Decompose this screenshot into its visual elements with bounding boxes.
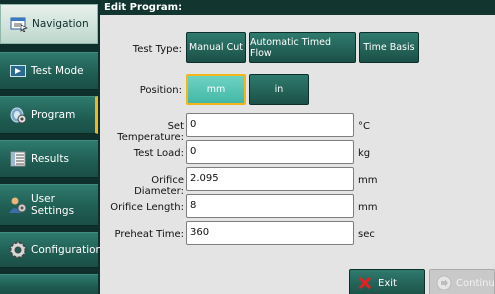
sidebar-item-label: Program <box>31 108 76 121</box>
page-title: Edit Program: <box>100 0 495 15</box>
exit-button[interactable]: Exit <box>349 269 425 294</box>
preheat-time-input[interactable]: 360 <box>186 221 354 245</box>
orifice-diameter-label: Orifice Diameter: <box>134 175 184 197</box>
exit-label: Exit <box>378 277 397 289</box>
sidebar-item-label: Navigation <box>32 17 89 30</box>
continue-label: Continue <box>456 277 495 289</box>
position-label: Position: <box>139 85 182 96</box>
test-mode-icon <box>9 62 27 80</box>
user-settings-icon <box>9 196 27 214</box>
test-load-label: Test Load: <box>133 148 184 159</box>
sidebar-item-program[interactable]: Program <box>0 96 98 134</box>
position-mm-button[interactable]: mm <box>186 74 246 105</box>
orifice-length-input[interactable]: 8 <box>186 194 354 218</box>
navigation-icon <box>10 15 28 33</box>
sidebar-item-user-settings[interactable]: User Settings <box>0 184 98 226</box>
sidebar-item-configuration[interactable]: Configuration <box>0 232 102 268</box>
sidebar-item-empty <box>0 274 98 294</box>
preheat-time-unit: sec <box>358 229 375 240</box>
results-icon <box>9 150 27 168</box>
edit-program-panel: Test Type: Manual Cut Automatic Timed Fl… <box>100 15 495 294</box>
continue-button[interactable]: Continue <box>429 269 495 294</box>
orifice-diameter-input[interactable]: 2.095 <box>186 167 354 191</box>
test-load-input[interactable]: 0 <box>186 140 354 164</box>
sidebar-item-test-mode[interactable]: Test Mode <box>0 52 98 90</box>
sidebar-item-label: User <box>31 193 55 205</box>
test-type-label: Test Type: <box>132 44 182 55</box>
test-type-time-basis-button[interactable]: Time Basis <box>359 32 419 63</box>
test-type-manual-cut-button[interactable]: Manual Cut <box>186 32 246 63</box>
sidebar-item-label: Test Mode <box>31 64 84 77</box>
sidebar-item-results[interactable]: Results <box>0 140 98 178</box>
set-temperature-label: Set Temperature: <box>117 121 184 143</box>
sidebar: Navigation Test Mode Program Results Use… <box>0 0 102 294</box>
sidebar-item-label: Results <box>31 152 69 165</box>
test-type-automatic-timed-flow-button[interactable]: Automatic Timed Flow <box>249 32 356 63</box>
sidebar-item-navigation[interactable]: Navigation <box>0 4 98 44</box>
set-temperature-input[interactable]: 0 <box>186 113 354 137</box>
position-in-button[interactable]: in <box>249 74 309 105</box>
close-icon <box>358 276 372 290</box>
sidebar-item-label-2: Settings <box>31 205 75 217</box>
orifice-length-label: Orifice Length: <box>110 202 184 213</box>
preheat-time-label: Preheat Time: <box>114 229 184 240</box>
orifice-length-unit: mm <box>358 202 378 213</box>
arrow-right-icon <box>436 275 452 291</box>
configuration-icon <box>9 241 27 259</box>
orifice-diameter-unit: mm <box>358 175 378 186</box>
test-load-unit: kg <box>358 148 371 159</box>
program-icon <box>9 106 27 124</box>
sidebar-item-label: Configuration <box>31 243 103 256</box>
set-temperature-unit: °C <box>358 121 370 132</box>
